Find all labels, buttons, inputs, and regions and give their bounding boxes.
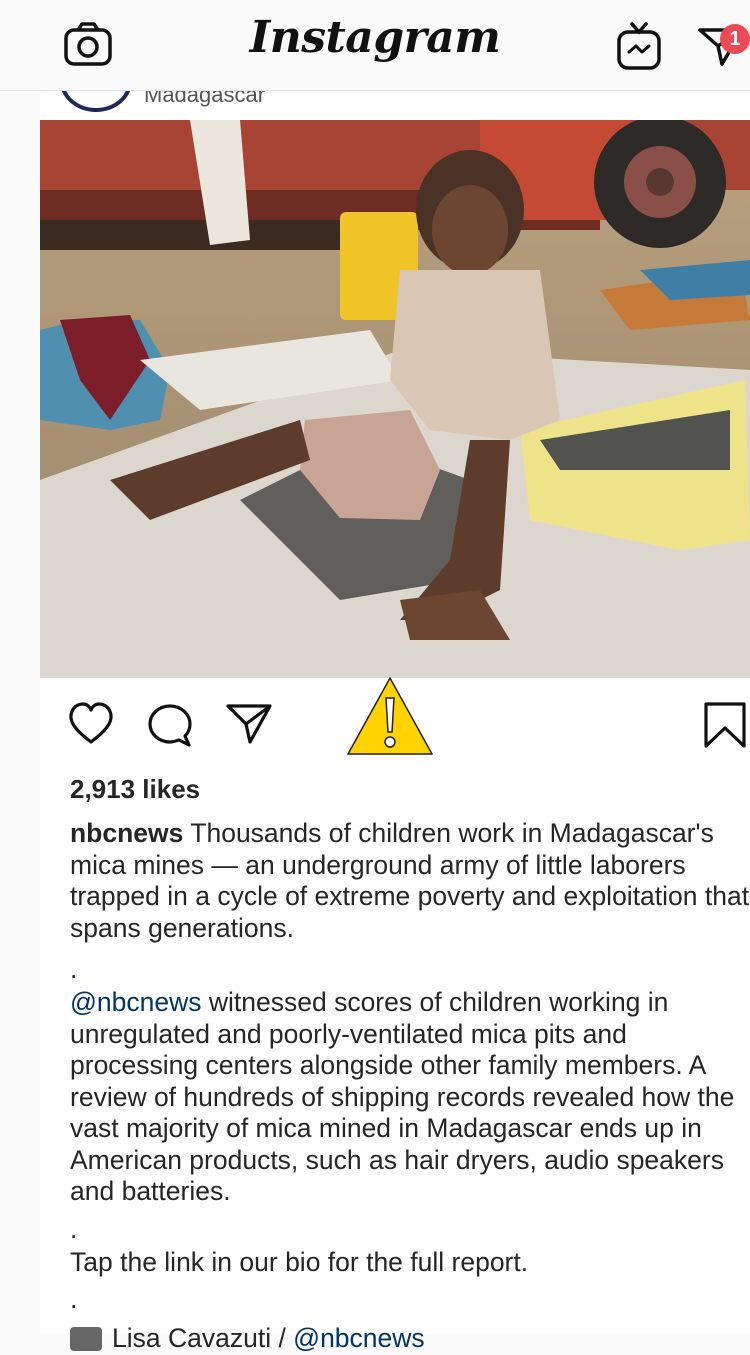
caption-username[interactable]: nbcnews [70,818,183,848]
avatar[interactable] [60,90,132,112]
caption-text-2: witnessed scores of children working in … [70,987,735,1206]
post-location[interactable]: Madagascar [144,90,265,108]
camera-emoji-icon [70,1326,102,1351]
caption-paragraph-3: Tap the link in our bio for the full rep… [70,1246,529,1277]
direct-messages-icon[interactable]: 1 [696,20,750,72]
photo-credit: Lisa Cavazuti / @nbcnews [70,1323,750,1355]
comment-icon[interactable] [148,702,194,753]
post-header: Madagascar [40,90,750,120]
bookmark-icon[interactable] [704,702,746,753]
caption-dot: . [70,954,78,984]
share-icon[interactable] [226,702,272,751]
caption-dot: . [70,1284,78,1314]
post-card: Madagascar 2,913 likes nbcnews Thousands… [40,90,750,1353]
notification-badge: 1 [720,24,750,54]
warning-icon [344,674,436,760]
likes-count[interactable]: 2,913 likes [70,774,200,805]
top-nav-bar: Instagram 1 [0,0,750,91]
post-caption: nbcnews Thousands of children work in Ma… [70,818,750,1355]
caption-dot: . [70,1213,78,1244]
post-photo[interactable] [40,120,750,678]
heart-icon[interactable] [68,702,114,751]
post-action-bar [40,677,750,768]
caption-mention[interactable]: @nbcnews [70,987,202,1017]
caption-paragraph-2: @nbcnews witnessed scores of children wo… [70,987,750,1208]
credit-name: Lisa Cavazuti / [112,1323,294,1353]
igtv-icon[interactable] [614,20,666,72]
caption-paragraph-1: nbcnews Thousands of children work in Ma… [70,818,750,944]
credit-mention[interactable]: @nbcnews [293,1323,425,1353]
